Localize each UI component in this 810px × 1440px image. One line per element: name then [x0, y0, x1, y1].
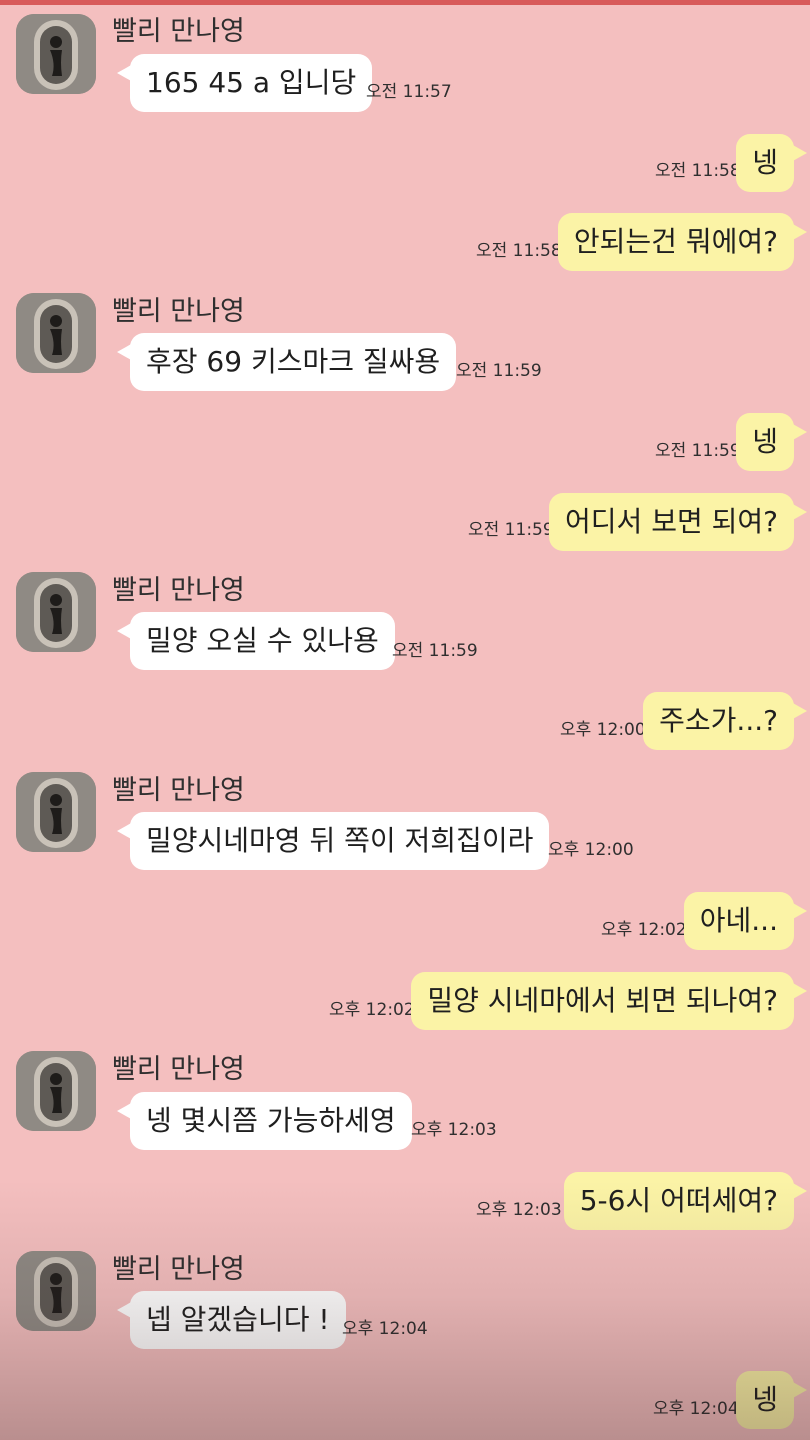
sender-name: 빨리 만나영 — [112, 575, 245, 606]
message-timestamp: 오후 12:03 — [476, 1200, 562, 1220]
sender-avatar[interactable] — [16, 14, 96, 94]
message-timestamp: 오후 12:04 — [653, 1399, 739, 1419]
incoming-message-bubble[interactable]: 165 45 a 입니당 — [116, 54, 373, 112]
incoming-message-bubble[interactable]: 밀양시네마영 뒤 쪽이 저희집이라 — [116, 812, 550, 870]
message-timestamp: 오후 12:02 — [601, 920, 687, 940]
message-timestamp: 오전 11:59 — [655, 441, 741, 461]
message-timestamp: 오전 11:58 — [655, 161, 741, 181]
chat-message-list[interactable]: 빨리 만나영 165 45 a 입니당 오전 11:57 오전 11:58 넹 … — [0, 0, 810, 1440]
outgoing-message-bubble[interactable]: 넹 — [736, 134, 807, 192]
sender-avatar[interactable] — [16, 1251, 96, 1331]
outgoing-message-bubble[interactable]: 넹 — [736, 1371, 807, 1429]
outgoing-message-bubble[interactable]: 밀양 시네마에서 뵈면 되나여? — [411, 972, 807, 1030]
sender-avatar[interactable] — [16, 772, 96, 852]
message-timestamp: 오후 12:00 — [560, 720, 646, 740]
message-timestamp: 오전 11:58 — [476, 241, 562, 261]
outgoing-message-bubble[interactable]: 어디서 보면 되여? — [549, 493, 807, 551]
incoming-message-bubble[interactable]: 넹 몇시쯤 가능하세영 — [117, 1092, 412, 1150]
sender-name: 빨리 만나영 — [112, 1254, 245, 1285]
sender-avatar[interactable] — [16, 1051, 96, 1131]
outgoing-message-bubble[interactable]: 안되는건 뭐에여? — [557, 213, 808, 271]
outgoing-message-bubble[interactable]: 넹 — [736, 413, 807, 471]
sender-avatar[interactable] — [16, 572, 96, 652]
message-timestamp: 오후 12:02 — [329, 1000, 415, 1020]
outgoing-message-bubble[interactable]: 5-6시 어떠세여? — [563, 1172, 808, 1230]
incoming-message-bubble[interactable]: 밀양 오실 수 있나용 — [117, 612, 395, 670]
incoming-message-bubble[interactable]: 넵 알겠습니다 ! — [117, 1291, 346, 1349]
message-timestamp: 오전 11:59 — [456, 361, 542, 381]
message-timestamp: 오전 11:59 — [392, 641, 478, 661]
sender-name: 빨리 만나영 — [112, 1054, 245, 1085]
message-timestamp: 오후 12:00 — [548, 840, 634, 860]
message-timestamp: 오후 12:03 — [411, 1120, 497, 1140]
incoming-message-bubble[interactable]: 후장 69 키스마크 질싸용 — [116, 333, 457, 391]
message-timestamp: 오후 12:04 — [342, 1319, 428, 1339]
message-timestamp: 오전 11:59 — [468, 520, 554, 540]
sender-name: 빨리 만나영 — [112, 16, 245, 47]
outgoing-message-bubble[interactable]: 아네... — [683, 892, 808, 950]
sender-name: 빨리 만나영 — [112, 296, 245, 327]
sender-name: 빨리 만나영 — [112, 775, 245, 806]
outgoing-message-bubble[interactable]: 주소가...? — [643, 692, 807, 750]
sender-avatar[interactable] — [16, 293, 96, 373]
message-timestamp: 오전 11:57 — [366, 82, 452, 102]
